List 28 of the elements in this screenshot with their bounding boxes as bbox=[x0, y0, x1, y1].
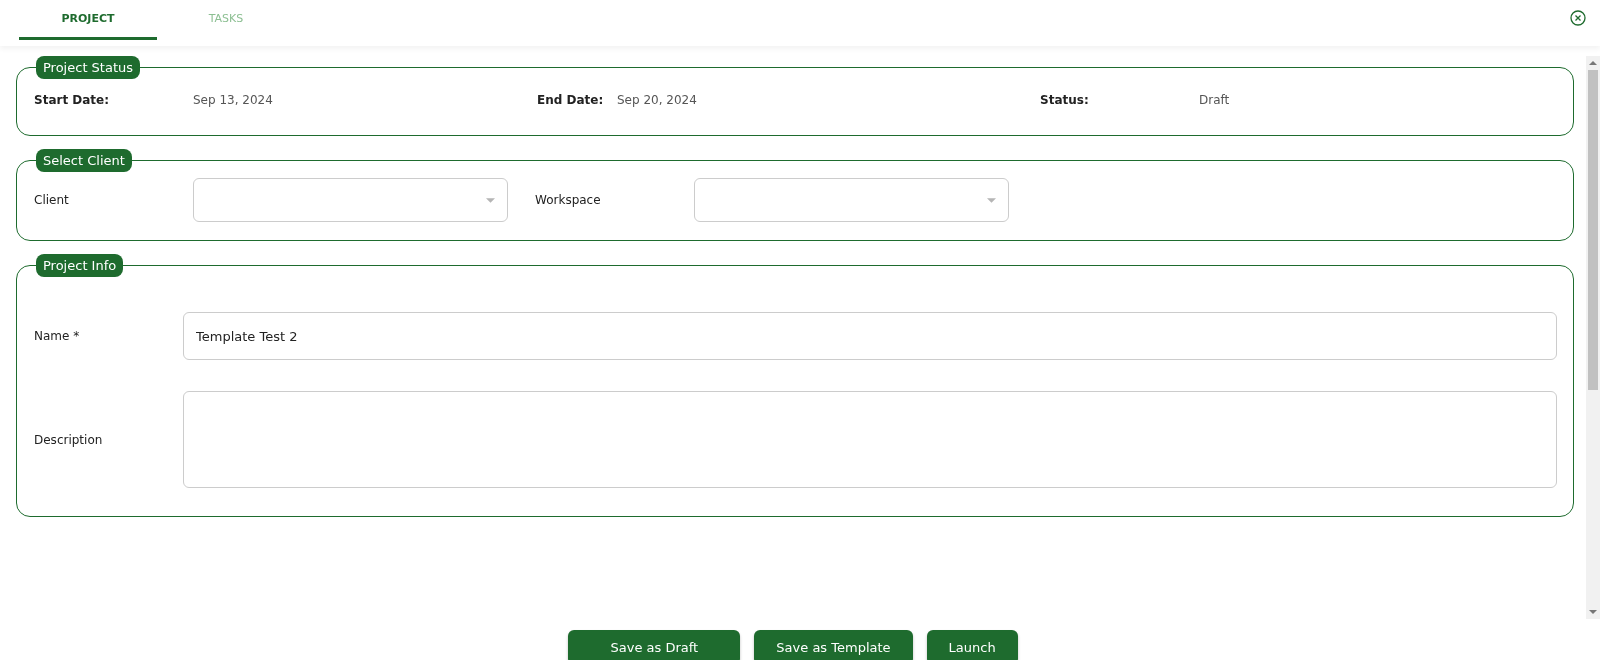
action-button[interactable]: Launch bbox=[926, 630, 1018, 660]
field-label: Status: bbox=[1040, 93, 1090, 107]
section-title: Project Status bbox=[36, 56, 141, 79]
close-icon[interactable] bbox=[1570, 10, 1586, 26]
field-value: Draft bbox=[1199, 93, 1230, 107]
field-label: Description bbox=[34, 432, 104, 447]
field-value: Sep 20, 2024 bbox=[617, 93, 697, 107]
dropdown-field[interactable] bbox=[193, 178, 508, 222]
description-field[interactable] bbox=[183, 391, 1557, 488]
field-label: Workspace bbox=[535, 193, 602, 207]
scrollbar-thumb[interactable] bbox=[1588, 70, 1598, 390]
field-label: Start Date: bbox=[34, 93, 111, 107]
name-field[interactable]: Template Test 2 bbox=[183, 312, 1557, 360]
field-value: Sep 13, 2024 bbox=[193, 93, 273, 107]
section-title: Project Info bbox=[36, 254, 124, 277]
scrollbar[interactable] bbox=[1586, 56, 1600, 619]
field-label: Name * bbox=[34, 329, 81, 343]
field-label: End Date: bbox=[537, 93, 605, 107]
action-button[interactable]: Save as Template bbox=[754, 630, 913, 660]
caret-icon bbox=[486, 197, 495, 203]
field-label: Client bbox=[34, 193, 70, 207]
caret-icon bbox=[987, 197, 996, 203]
section-title: Select Client bbox=[36, 149, 132, 172]
dropdown-field[interactable] bbox=[694, 178, 1009, 222]
action-button[interactable]: Save as Draft bbox=[568, 630, 741, 660]
tab[interactable]: PROJECT bbox=[19, 0, 157, 40]
scroll-down-icon[interactable] bbox=[1589, 610, 1597, 614]
scroll-up-icon[interactable] bbox=[1589, 61, 1597, 65]
